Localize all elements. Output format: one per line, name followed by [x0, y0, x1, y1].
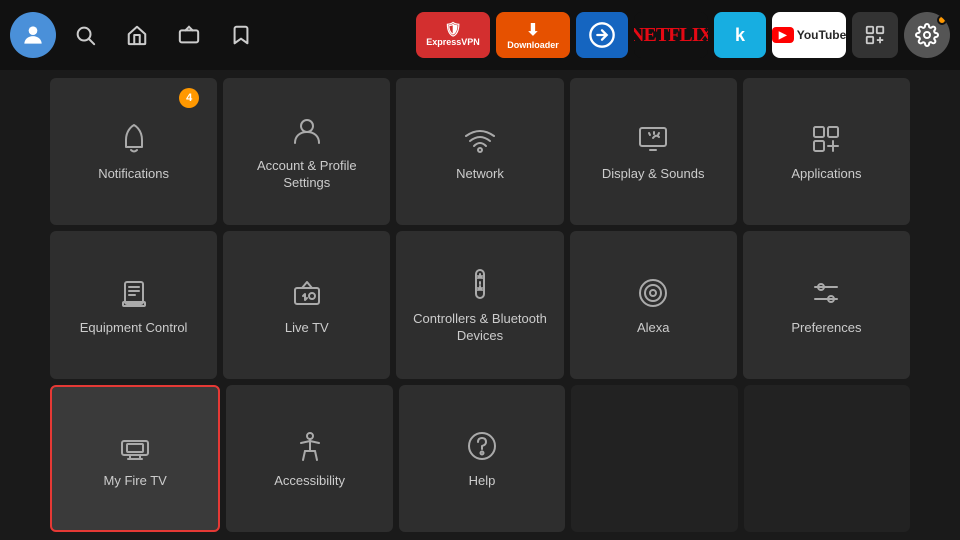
- settings-grid: 4 Notifications Account & Profile Settin…: [0, 70, 960, 540]
- netflix-app-icon[interactable]: NETFLIX: [634, 12, 708, 58]
- accessibility-tile[interactable]: Accessibility: [226, 385, 392, 532]
- notifications-label: Notifications: [98, 166, 169, 183]
- kodi-app-icon[interactable]: k: [714, 12, 766, 58]
- applications-tile[interactable]: Applications: [743, 78, 910, 225]
- applications-label: Applications: [791, 166, 861, 183]
- controllers-label: Controllers & Bluetooth Devices: [406, 311, 553, 345]
- expressvpn-app-icon[interactable]: 🛡 ExpressVPN: [416, 12, 490, 58]
- network-tile[interactable]: Network: [396, 78, 563, 225]
- accessibility-label: Accessibility: [274, 473, 345, 490]
- appgrid-app-icon[interactable]: [852, 12, 898, 58]
- settings-notification-dot: [937, 15, 947, 25]
- my-fire-tv-label: My Fire TV: [104, 473, 167, 490]
- topbar: 🛡 ExpressVPN ⬇ Downloader NETFLIX k ▶ Y: [0, 0, 960, 70]
- equipment-control-tile[interactable]: Equipment Control: [50, 231, 217, 378]
- preferences-tile[interactable]: Preferences: [743, 231, 910, 378]
- grid-row-1: 4 Notifications Account & Profile Settin…: [50, 78, 910, 225]
- controllers-bluetooth-tile[interactable]: Controllers & Bluetooth Devices: [396, 231, 563, 378]
- notifications-tile[interactable]: 4 Notifications: [50, 78, 217, 225]
- settings-app-icon[interactable]: [904, 12, 950, 58]
- my-fire-tv-tile[interactable]: My Fire TV: [50, 385, 220, 532]
- live-tv-label: Live TV: [285, 320, 329, 337]
- grid-row-3: My Fire TV Accessibility Help: [50, 385, 910, 532]
- display-sounds-label: Display & Sounds: [602, 166, 705, 183]
- tv-nav-icon[interactable]: [166, 12, 212, 58]
- notification-badge: 4: [179, 88, 199, 108]
- home-nav-icon[interactable]: [114, 12, 160, 58]
- account-profile-tile[interactable]: Account & Profile Settings: [223, 78, 390, 225]
- bookmark-nav-icon[interactable]: [218, 12, 264, 58]
- alexa-label: Alexa: [637, 320, 670, 337]
- equipment-control-label: Equipment Control: [80, 320, 188, 337]
- help-label: Help: [469, 473, 496, 490]
- avatar-icon[interactable]: [10, 12, 56, 58]
- youtube-app-icon[interactable]: ▶ YouTube: [772, 12, 846, 58]
- live-tv-tile[interactable]: Live TV: [223, 231, 390, 378]
- youtube-label: YouTube: [797, 28, 846, 42]
- network-label: Network: [456, 166, 504, 183]
- preferences-label: Preferences: [791, 320, 861, 337]
- grid-row-2: Equipment Control Live TV: [50, 231, 910, 378]
- display-sounds-tile[interactable]: Display & Sounds: [570, 78, 737, 225]
- account-label: Account & Profile Settings: [233, 158, 380, 192]
- help-tile[interactable]: Help: [399, 385, 565, 532]
- search-nav-icon[interactable]: [62, 12, 108, 58]
- downloader-app-icon[interactable]: ⬇ Downloader: [496, 12, 570, 58]
- empty-tile-1: [571, 385, 737, 532]
- fcloud-app-icon[interactable]: [576, 12, 628, 58]
- alexa-tile[interactable]: Alexa: [570, 231, 737, 378]
- empty-tile-2: [744, 385, 910, 532]
